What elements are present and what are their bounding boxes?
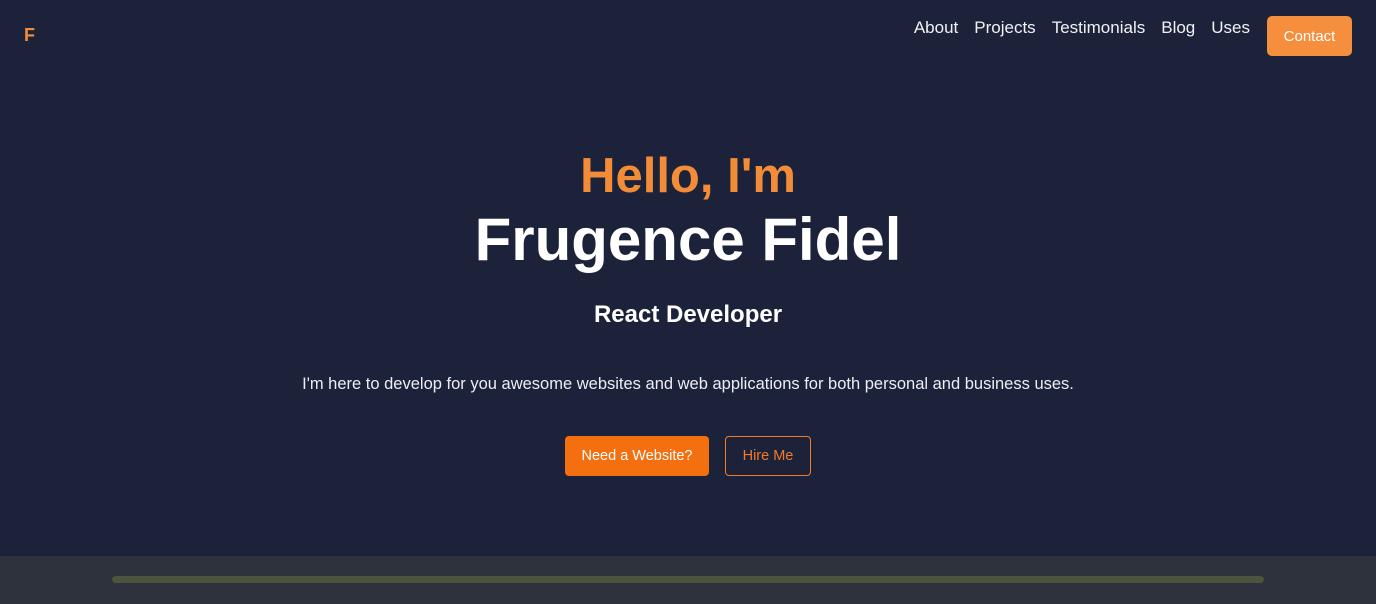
need-website-button[interactable]: Need a Website?	[565, 436, 709, 476]
hero-buttons: Need a Website? Hire Me	[565, 436, 811, 476]
hire-me-button[interactable]: Hire Me	[725, 436, 811, 476]
nav-link-about[interactable]: About	[914, 16, 958, 40]
hero-name: Frugence Fidel	[474, 206, 902, 273]
nav-link-testimonials[interactable]: Testimonials	[1052, 16, 1146, 40]
nav-link-uses[interactable]: Uses	[1211, 16, 1250, 40]
next-section-strip	[0, 556, 1376, 604]
contact-button[interactable]: Contact	[1267, 16, 1352, 56]
nav-link-projects[interactable]: Projects	[974, 16, 1035, 40]
page: F About Projects Testimonials Blog Uses …	[0, 0, 1376, 604]
scroll-progress-track	[112, 576, 1264, 583]
top-nav: About Projects Testimonials Blog Uses Co…	[914, 16, 1352, 56]
hero-role: React Developer	[593, 301, 783, 328]
nav-link-blog[interactable]: Blog	[1161, 16, 1195, 40]
hero-greeting: Hello, I'm	[580, 149, 796, 203]
logo[interactable]: F	[24, 24, 35, 46]
hero-description: I'm here to develop for you awesome webs…	[302, 375, 1074, 393]
